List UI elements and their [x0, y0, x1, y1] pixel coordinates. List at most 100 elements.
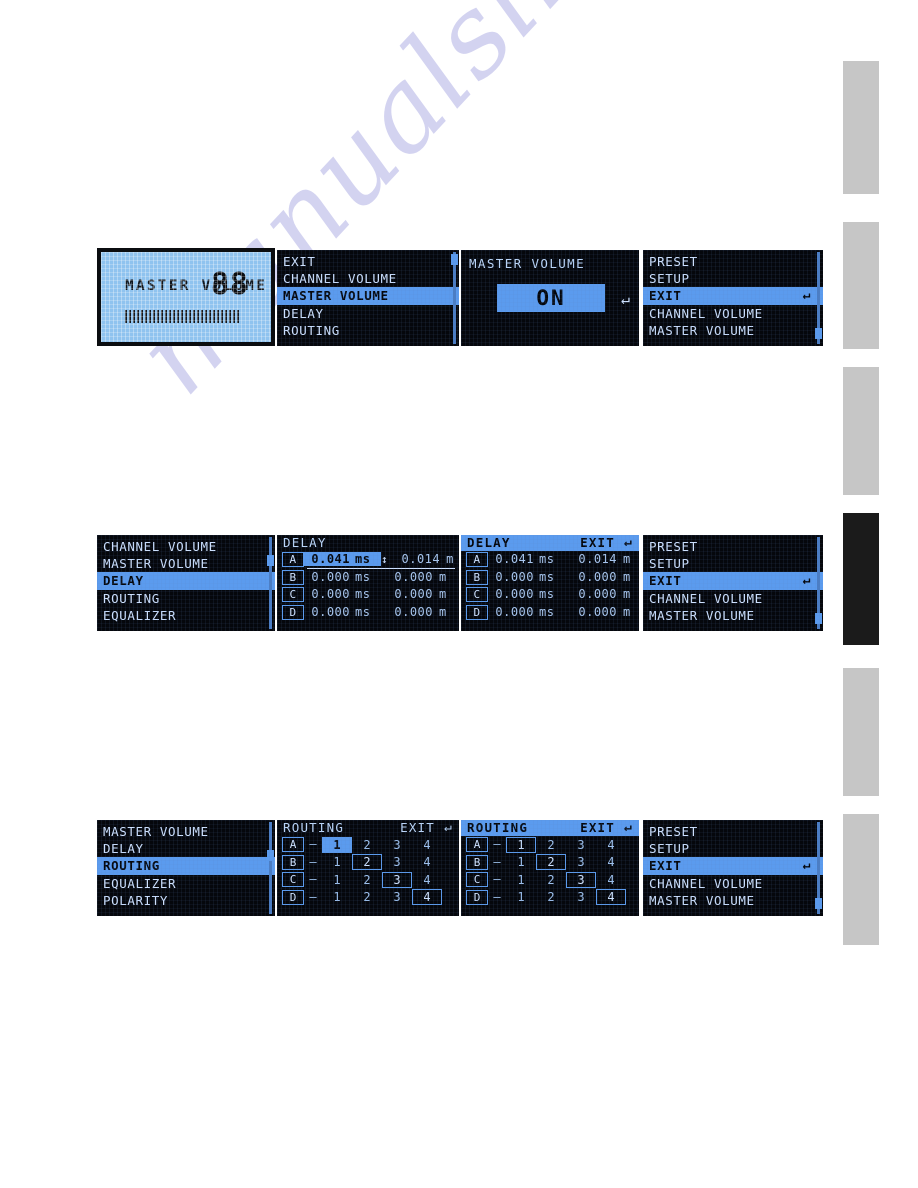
- menu-item-preset[interactable]: PRESET: [643, 538, 823, 555]
- menu-item-exit[interactable]: EXIT ↵: [643, 857, 823, 875]
- routing-row-c[interactable]: C –1 2 3 4: [277, 871, 459, 889]
- menu-item-channel-volume[interactable]: CHANNEL VOLUME: [643, 590, 823, 607]
- routing-cell-a-4[interactable]: 4: [596, 837, 626, 853]
- exit-label[interactable]: EXIT: [400, 820, 435, 836]
- menu-item-polarity[interactable]: POLARITY: [97, 892, 275, 909]
- delay-ms-field[interactable]: 0.041 ms: [304, 552, 381, 566]
- routing-row-c[interactable]: C –1 2 3 4: [461, 871, 639, 889]
- delay-row-d[interactable]: D 0.000 ms 0.000 m: [277, 604, 459, 622]
- delay-row-c[interactable]: C 0.000 ms 0.000 m: [277, 586, 459, 604]
- routing-cell-b-1[interactable]: 1: [322, 854, 352, 870]
- menu-item-channel-volume[interactable]: CHANNEL VOLUME: [97, 538, 275, 555]
- delay-row-a[interactable]: A 0.041 ms 0.014 m: [461, 551, 639, 569]
- routing-cell-a-2[interactable]: 2: [352, 837, 382, 853]
- routing-cell-a-3[interactable]: 3: [566, 837, 596, 853]
- routing-cell-d-4[interactable]: 4: [596, 889, 626, 905]
- sidebar-tab-5[interactable]: [843, 668, 879, 796]
- routing-cell-d-1[interactable]: 1: [506, 889, 536, 905]
- menu-item-channel-volume[interactable]: CHANNEL VOLUME: [643, 305, 823, 322]
- routing-cell-c-1[interactable]: 1: [322, 872, 352, 888]
- routing-cell-b-2[interactable]: 2: [352, 854, 382, 870]
- menu-item-exit[interactable]: EXIT: [277, 253, 459, 270]
- delay-row-c[interactable]: C 0.000 ms 0.000 m: [461, 586, 639, 604]
- menu-item-setup[interactable]: SETUP: [643, 840, 823, 857]
- delay-ms-field[interactable]: 0.041 ms: [488, 552, 565, 566]
- routing-cell-b-3[interactable]: 3: [566, 854, 596, 870]
- routing-cell-d-2[interactable]: 2: [352, 889, 382, 905]
- delay-row-a[interactable]: A 0.041 ms ↕ 0.014 m: [277, 551, 459, 569]
- scrollbar-thumb[interactable]: [267, 555, 274, 566]
- routing-cell-c-1[interactable]: 1: [506, 872, 536, 888]
- menu-item-delay[interactable]: DELAY: [277, 305, 459, 322]
- menu-item-master-volume[interactable]: MASTER VOLUME: [277, 287, 459, 305]
- menu-item-delay[interactable]: DELAY: [97, 572, 275, 590]
- routing-row-d[interactable]: D –1 2 3 4: [461, 889, 639, 907]
- sidebar-tab-2[interactable]: [843, 222, 879, 349]
- routing-cell-a-3[interactable]: 3: [382, 837, 412, 853]
- routing-cell-a-1[interactable]: 1: [506, 836, 536, 853]
- routing-row-a[interactable]: A –1 2 3 4: [461, 836, 639, 854]
- menu-item-channel-volume[interactable]: CHANNEL VOLUME: [643, 875, 823, 892]
- routing-cell-d-4[interactable]: 4: [412, 889, 442, 905]
- exit-label[interactable]: EXIT: [580, 820, 615, 836]
- menu-item-routing[interactable]: ROUTING: [97, 857, 275, 875]
- routing-cell-b-1[interactable]: 1: [506, 854, 536, 870]
- menu-item-routing[interactable]: ROUTING: [97, 590, 275, 607]
- menu-item-master-volume[interactable]: MASTER VOLUME: [97, 823, 275, 840]
- delay-row-d[interactable]: D 0.000 ms 0.000 m: [461, 604, 639, 622]
- delay-ms-field[interactable]: 0.000 ms: [304, 570, 381, 584]
- menu-item-master-volume[interactable]: MASTER VOLUME: [643, 607, 823, 624]
- sidebar-tab-1[interactable]: [843, 61, 879, 194]
- menu-item-equalizer[interactable]: EQUALIZER: [97, 607, 275, 624]
- routing-cell-c-4[interactable]: 4: [596, 872, 626, 888]
- menu-item-preset[interactable]: PRESET: [643, 823, 823, 840]
- routing-row-d[interactable]: D –1 2 3 4: [277, 889, 459, 907]
- routing-view-title-bar[interactable]: ROUTING EXIT ↵: [461, 820, 639, 836]
- routing-cell-a-1[interactable]: 1: [322, 836, 352, 853]
- routing-cell-d-1[interactable]: 1: [322, 889, 352, 905]
- delay-view-title-bar[interactable]: DELAY EXIT ↵: [461, 535, 639, 551]
- menu-item-exit[interactable]: EXIT ↵: [643, 572, 823, 590]
- sidebar-tab-3[interactable]: [843, 367, 879, 495]
- menu-item-exit[interactable]: EXIT ↵: [643, 287, 823, 305]
- scrollbar-track[interactable]: [269, 537, 272, 629]
- scrollbar-thumb[interactable]: [815, 328, 822, 339]
- routing-cell-d-2[interactable]: 2: [536, 889, 566, 905]
- delay-ms-field[interactable]: 0.000 ms: [488, 587, 565, 601]
- delay-ms-field[interactable]: 0.000 ms: [488, 570, 565, 584]
- routing-cell-b-3[interactable]: 3: [382, 854, 412, 870]
- routing-cell-c-3[interactable]: 3: [382, 871, 412, 888]
- routing-row-b[interactable]: B –1 2 3 4: [461, 854, 639, 872]
- scrollbar-track[interactable]: [453, 252, 456, 344]
- menu-item-master-volume[interactable]: MASTER VOLUME: [643, 892, 823, 909]
- routing-cell-a-4[interactable]: 4: [412, 837, 442, 853]
- delay-ms-field[interactable]: 0.000 ms: [488, 605, 565, 619]
- scrollbar-thumb[interactable]: [451, 254, 458, 265]
- routing-cell-d-3[interactable]: 3: [382, 889, 412, 905]
- menu-item-master-volume[interactable]: MASTER VOLUME: [643, 322, 823, 339]
- routing-cell-b-4[interactable]: 4: [596, 854, 626, 870]
- exit-label[interactable]: EXIT: [580, 535, 615, 551]
- menu-item-setup[interactable]: SETUP: [643, 555, 823, 572]
- sidebar-tab-4[interactable]: [843, 513, 879, 645]
- delay-ms-field[interactable]: 0.000 ms: [304, 587, 381, 601]
- scrollbar-track[interactable]: [269, 822, 272, 914]
- routing-cell-d-3[interactable]: 3: [566, 889, 596, 905]
- routing-cell-b-2[interactable]: 2: [536, 854, 566, 870]
- menu-item-equalizer[interactable]: EQUALIZER: [97, 875, 275, 892]
- delay-row-b[interactable]: B 0.000 ms 0.000 m: [461, 569, 639, 587]
- menu-item-master-volume[interactable]: MASTER VOLUME: [97, 555, 275, 572]
- spinner-icon[interactable]: ↕: [381, 553, 388, 566]
- scrollbar-thumb[interactable]: [815, 613, 822, 624]
- routing-cell-b-4[interactable]: 4: [412, 854, 442, 870]
- scrollbar-thumb[interactable]: [267, 850, 274, 861]
- master-volume-on-value[interactable]: ON: [497, 284, 605, 312]
- delay-row-b[interactable]: B 0.000 ms 0.000 m: [277, 569, 459, 587]
- menu-item-delay[interactable]: DELAY: [97, 840, 275, 857]
- menu-item-preset[interactable]: PRESET: [643, 253, 823, 270]
- routing-row-a[interactable]: A –1 2 3 4: [277, 836, 459, 854]
- sidebar-tab-6[interactable]: [843, 814, 879, 945]
- menu-item-channel-volume[interactable]: CHANNEL VOLUME: [277, 270, 459, 287]
- menu-item-setup[interactable]: SETUP: [643, 270, 823, 287]
- scrollbar-thumb[interactable]: [815, 898, 822, 909]
